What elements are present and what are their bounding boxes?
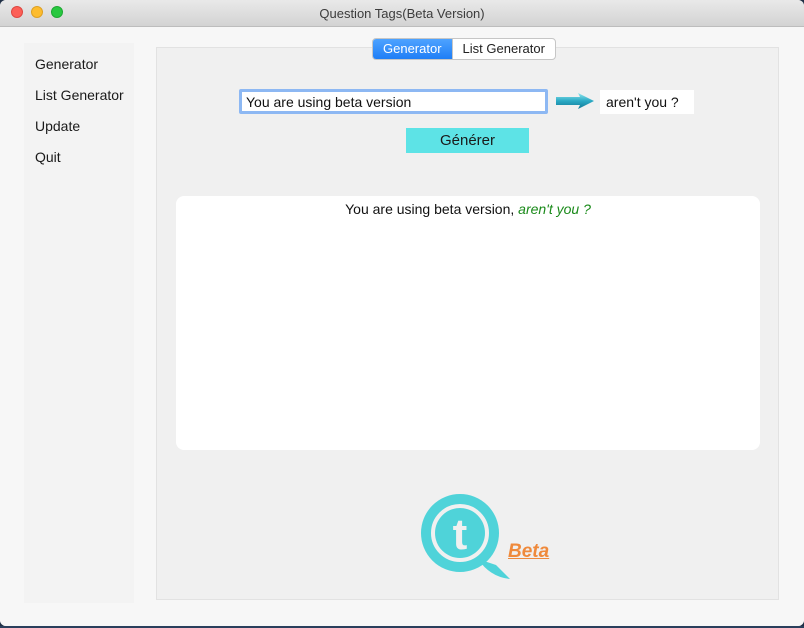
qt-logo-icon: t <box>421 494 510 579</box>
tab-generator[interactable]: Generator <box>373 39 452 59</box>
generate-button[interactable]: Générer <box>406 128 529 153</box>
output-sentence: You are using beta version, <box>345 201 515 217</box>
sidebar-item-update[interactable]: Update <box>35 118 80 134</box>
output-area: You are using beta version, aren't you ? <box>176 196 760 450</box>
beta-badge: Beta <box>508 541 550 562</box>
title-bar[interactable]: Question Tags(Beta Version) <box>0 0 804 27</box>
main-content: Generator List Generator Update Quit Gen… <box>0 27 804 626</box>
logo-letter: t <box>453 510 468 559</box>
sentence-input[interactable] <box>239 89 548 114</box>
app-window: Question Tags(Beta Version) Generator Li… <box>0 0 804 626</box>
tab-list-generator[interactable]: List Generator <box>451 39 555 59</box>
question-tag-result: aren't you ? <box>600 90 694 114</box>
window-title: Question Tags(Beta Version) <box>319 6 485 21</box>
sidebar-item-generator[interactable]: Generator <box>35 56 98 72</box>
output-tag: aren't you ? <box>518 201 591 217</box>
sidebar: Generator List Generator Update Quit <box>24 43 134 603</box>
tab-bar: Generator List Generator <box>372 38 556 60</box>
sidebar-item-list-generator[interactable]: List Generator <box>35 87 124 103</box>
arrow-right-icon <box>556 93 594 109</box>
sidebar-item-quit[interactable]: Quit <box>35 149 61 165</box>
